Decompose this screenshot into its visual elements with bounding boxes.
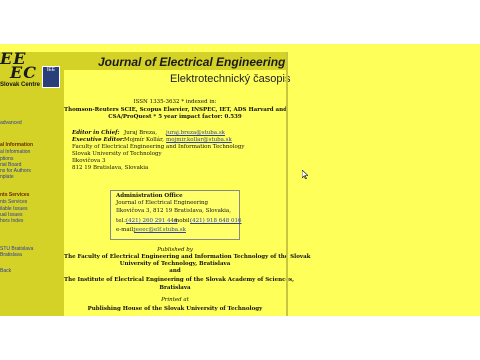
sidebar-link-authors-index[interactable]: hors Index — [0, 218, 23, 224]
sidebar-heading-contents-services: nts Services — [0, 192, 30, 198]
editor-in-chief-name: Juraj Breza, — [124, 130, 157, 136]
sidebar-link-sav[interactable]: Bratislava — [0, 252, 22, 258]
sidebar-heading-general-info: al Information — [0, 142, 34, 148]
admin-title: Administration Office — [116, 193, 183, 199]
iee-badge-label: IEE — [46, 67, 56, 73]
admin-tel[interactable]: (421) 260 291 444 — [126, 218, 178, 224]
executive-editor-label: Executive Editor: — [72, 137, 125, 143]
editor-address-4: 812 19 Bratislava, Slovakia — [72, 165, 149, 171]
logo-line-2: EC — [10, 63, 37, 82]
published-by: Published by — [157, 247, 193, 253]
sidebar-link-back[interactable]: Back — [0, 268, 11, 274]
publisher-and: and — [169, 268, 181, 274]
indexed-line-1: Thomson-Reuters SCIE, Scopus Elsevier, I… — [64, 107, 287, 113]
iee-logo-icon[interactable]: IEE — [42, 66, 60, 88]
logo-caption: Slovak Centre of — [0, 82, 48, 88]
editor-address-1: Faculty of Electrical Engineering and In… — [72, 144, 245, 150]
indexed-line-2: CSA/ProQuest * 5 year impact factor: 0.5… — [108, 114, 242, 120]
editor-in-chief-label: Editor in Chief: — [72, 130, 120, 136]
mouse-cursor-icon — [302, 170, 308, 179]
page-subtitle: Elektrotechnický časopis — [170, 73, 291, 85]
editor-address-3: Ilkovičova 3 — [72, 158, 106, 164]
publisher-faculty-2: University of Technology, Bratislava — [119, 261, 231, 267]
browser-bottom-area — [0, 316, 480, 360]
executive-editor-name: Mojmír Kollár, — [124, 137, 164, 143]
editor-in-chief-email[interactable]: juraj.breza@stuba.sk — [166, 130, 225, 136]
page-title: Journal of Electrical Engineering — [98, 55, 286, 69]
sidebar-link-general-info[interactable]: al Information — [0, 149, 30, 155]
browser-top-area — [0, 0, 480, 44]
sidebar — [0, 52, 64, 316]
printed-at: Printed at — [161, 297, 189, 303]
publishing-house: Publishing House of the Slovak Universit… — [87, 306, 263, 312]
issn-line: ISSN 1335-3632 * indexed in: — [133, 99, 217, 105]
publisher-faculty-1: The Faculty of Electrical Engineering an… — [64, 254, 311, 260]
publisher-institute-1: The Institute of Electrical Engineering … — [64, 277, 294, 283]
sidebar-link-template[interactable]: nplate — [0, 174, 14, 180]
journal-logo[interactable]: EE EC — [0, 51, 37, 82]
content-divider — [286, 52, 288, 316]
admin-line-1: Journal of Electrical Engineering — [116, 200, 209, 206]
sidebar-link-contents-services[interactable]: nts Services — [0, 199, 27, 205]
sidebar-link-advanced[interactable]: advanced — [0, 120, 22, 126]
admin-email[interactable]: jeeec@elf.stuba.sk — [134, 227, 186, 233]
admin-mobil-label: mobil: — [174, 218, 192, 224]
admin-line-2: Ilkovičova 3, 812 19 Bratislava, Slovaki… — [116, 208, 231, 214]
admin-mobil[interactable]: (421) 918 648 016 — [190, 218, 242, 224]
admin-email-label: e-mail: — [116, 227, 135, 233]
editor-address-2: Slovak University of Technology — [72, 151, 162, 157]
executive-editor-email[interactable]: mojmir.kollar@stuba.sk — [166, 137, 232, 143]
publisher-institute-2: Bratislava — [159, 285, 191, 291]
